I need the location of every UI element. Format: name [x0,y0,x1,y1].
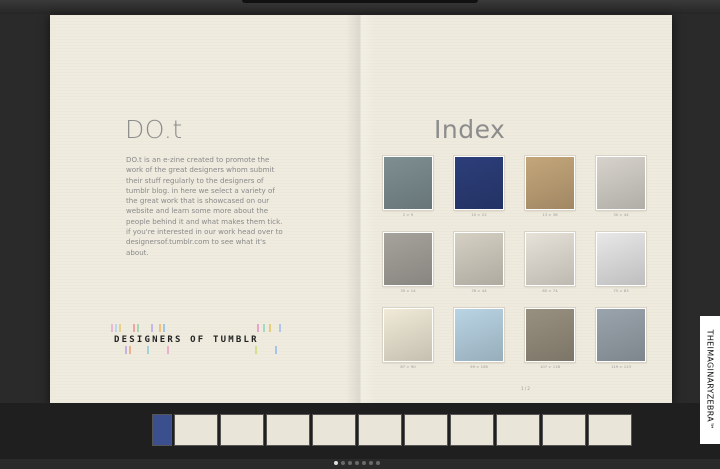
badge-text: THEIMAGINARYZEBRA™ [705,329,715,431]
pagination-dots [334,450,383,469]
index-item-caption: 13 > 38 [542,212,558,217]
page-thumbnail-4[interactable] [266,414,310,446]
index-item-caption: 76 > 44 [471,288,487,293]
top-grip [242,0,478,3]
page-thumbnail-10[interactable] [542,414,586,446]
index-item-caption: 119 > 123 [610,364,632,369]
page-thumbnail-5[interactable] [312,414,356,446]
page-thumbnail-11[interactable] [588,414,632,446]
page-thumbnail-2[interactable] [174,414,218,446]
deer-girl-image[interactable] [596,308,646,362]
index-title: Index [434,115,506,144]
intro-paragraph: DO.t is an e-zine created to promote the… [126,155,283,257]
page-thumbnail-6[interactable] [358,414,402,446]
index-item-paper-stack[interactable]: 76 > 44 [454,232,504,294]
index-item-mouse-ears-sphere[interactable]: 35 > 14 [383,232,433,294]
page-number: 1 / 2 [521,386,530,391]
cat-illustration-image[interactable] [454,308,504,362]
left-page: DO.t DO.t is an e-zine created to promot… [50,15,361,403]
index-item-cat-illustration[interactable]: 99 > 106 [454,308,504,370]
right-page: Index 2 > 9 10 > 22 13 > 38 30 > 44 35 > 14 7… [361,15,672,403]
pagination-dot[interactable] [355,461,359,465]
treble-clef-sculpture-image[interactable] [596,156,646,210]
pagination-dot[interactable] [362,461,366,465]
book-spine [346,15,376,403]
pagination-dot[interactable] [341,461,345,465]
index-item-caption: 75 > 83 [613,288,629,293]
index-item-hi-my-name-is-elyse[interactable]: 87 > 90 [383,308,433,370]
stormtrooper-red-image[interactable] [525,232,575,286]
page-thumbnail-8[interactable] [450,414,494,446]
designers-of-tumblr-logo: DESIGNERS OF TUMBLR [111,324,281,354]
pagination-dot[interactable] [348,461,352,465]
index-item-stormtrooper-red[interactable]: 65 > 74 [525,232,575,294]
hi-my-name-is-elyse-image[interactable] [383,308,433,362]
index-item-must-not-stop-type[interactable]: 75 > 83 [596,232,646,294]
blue-abstract-image[interactable] [454,156,504,210]
pagination-dot[interactable] [334,461,338,465]
index-item-caption: 10 > 22 [471,212,487,217]
man-cap-photo-image[interactable] [383,156,433,210]
index-item-man-cap-photo[interactable]: 2 > 9 [383,156,433,218]
index-item-treble-clef-sculpture[interactable]: 30 > 44 [596,156,646,218]
index-item-caption: 30 > 44 [613,212,629,217]
page-thumbnail-3[interactable] [220,414,264,446]
index-item-caption: 87 > 90 [400,364,416,369]
index-item-caption: 65 > 74 [542,288,558,293]
pagination-dot[interactable] [369,461,373,465]
zine-title: DO.t [125,115,183,144]
index-item-deer-girl[interactable]: 119 > 123 [596,308,646,370]
must-not-stop-type-image[interactable] [596,232,646,286]
magazine-spread: DO.t DO.t is an e-zine created to promot… [50,15,672,403]
top-bar [0,0,720,14]
index-item-blue-abstract[interactable]: 10 > 22 [454,156,504,218]
index-item-caption: 107 > 118 [539,364,561,369]
index-item-floral-dress[interactable]: 107 > 118 [525,308,575,370]
page-thumbnail-7[interactable] [404,414,448,446]
page-thumbnail-1[interactable] [152,414,172,446]
index-item-caption: 2 > 9 [402,212,414,217]
page-thumbnail-9[interactable] [496,414,540,446]
index-item-caption: 99 > 106 [470,364,488,369]
pagination-dot[interactable] [376,461,380,465]
svg-text:DESIGNERS OF TUMBLR: DESIGNERS OF TUMBLR [114,335,259,345]
theimaginaryzebra-badge: THEIMAGINARYZEBRA™ [700,316,720,444]
paper-stack-image[interactable] [454,232,504,286]
girl-hand-face-image[interactable] [525,156,575,210]
index-item-girl-hand-face[interactable]: 13 > 38 [525,156,575,218]
index-item-caption: 35 > 14 [400,288,416,293]
mouse-ears-sphere-image[interactable] [383,232,433,286]
floral-dress-image[interactable] [525,308,575,362]
